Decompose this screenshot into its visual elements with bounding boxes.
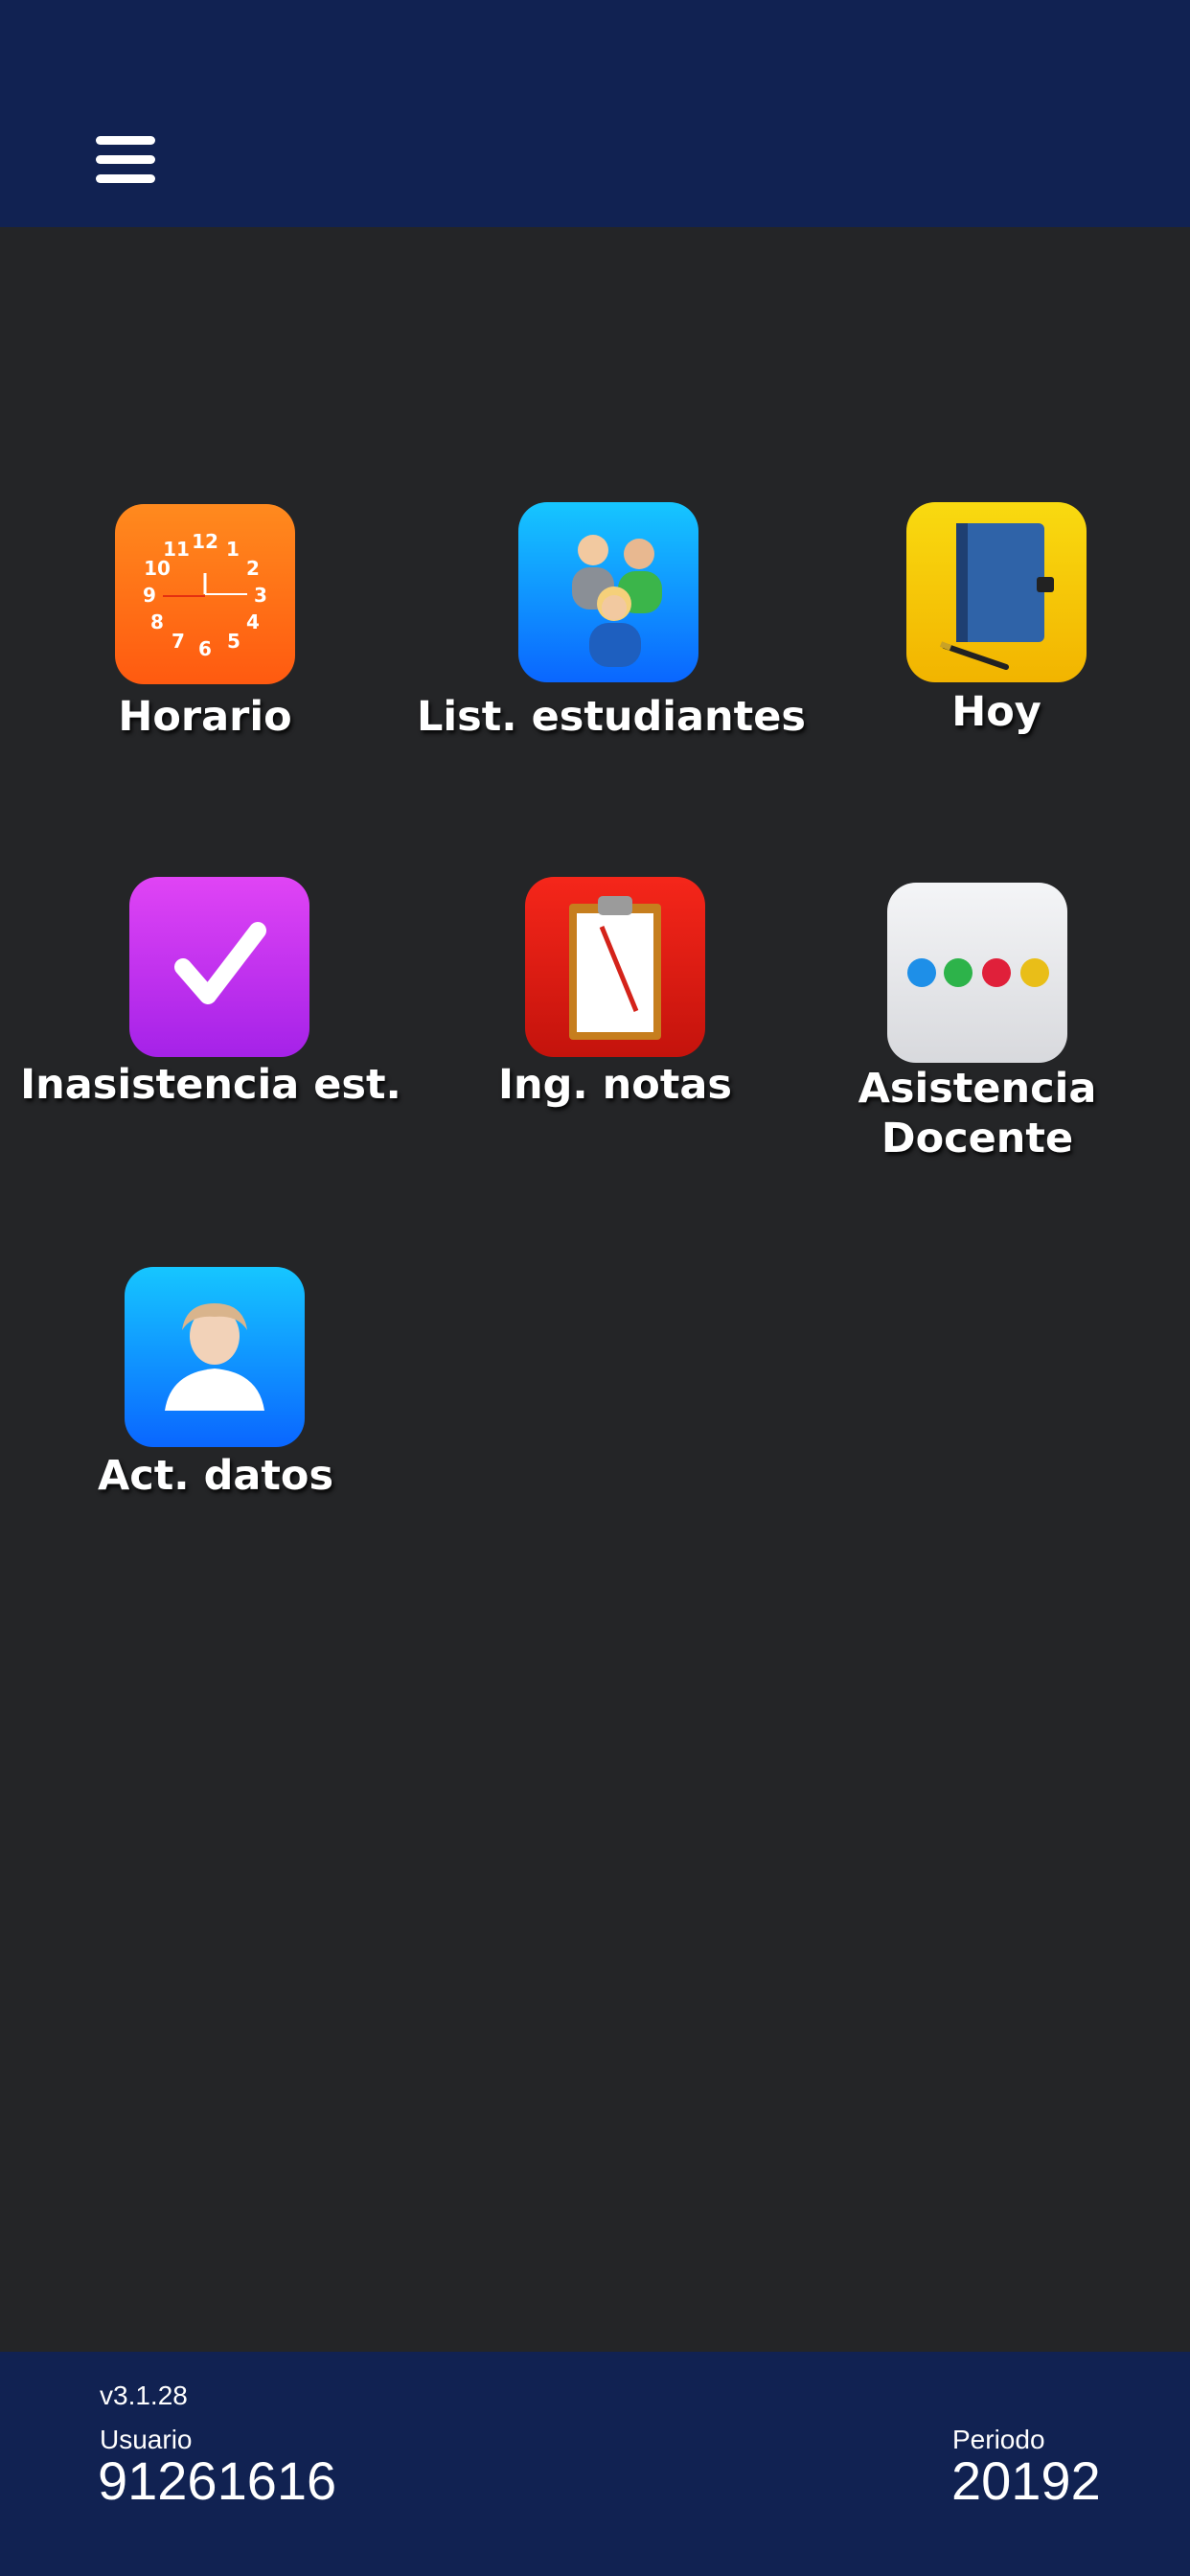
svg-text:8: 8 bbox=[150, 610, 164, 633]
svg-text:12: 12 bbox=[192, 530, 218, 553]
period-value: 20192 bbox=[951, 2450, 1101, 2511]
tile-label: Horario bbox=[118, 693, 292, 741]
top-app-bar bbox=[0, 0, 1190, 227]
svg-text:9: 9 bbox=[143, 584, 156, 607]
svg-text:6: 6 bbox=[198, 637, 212, 660]
clock-icon: 12 1 2 345 678 9 10 11 bbox=[115, 504, 295, 684]
footer-bar: v3.1.28 Usuario 91261616 Periodo 20192 bbox=[0, 2352, 1190, 2576]
app-version: v3.1.28 bbox=[100, 2380, 188, 2410]
checkmark-icon bbox=[129, 877, 309, 1057]
tile-label: List. estudiantes bbox=[417, 693, 806, 741]
menu-button[interactable] bbox=[92, 132, 159, 190]
clipboard-icon bbox=[525, 877, 705, 1057]
tile-label: Inasistencia est. bbox=[20, 1061, 401, 1109]
svg-text:5: 5 bbox=[227, 630, 240, 653]
svg-text:2: 2 bbox=[246, 557, 260, 580]
color-dots-icon bbox=[887, 883, 1067, 1063]
tile-label: Ing. notas bbox=[497, 1061, 733, 1109]
tile-label-line1: Asistencia bbox=[858, 1065, 1097, 1113]
tile-label-line2: Docente bbox=[881, 1115, 1074, 1162]
notebook-icon bbox=[906, 502, 1087, 682]
students-group-icon bbox=[518, 502, 698, 682]
tile-label: Hoy bbox=[951, 688, 1041, 736]
svg-text:11: 11 bbox=[163, 538, 190, 561]
svg-text:3: 3 bbox=[254, 584, 267, 607]
svg-text:1: 1 bbox=[226, 538, 240, 561]
tile-label: Act. datos bbox=[97, 1452, 334, 1500]
svg-text:4: 4 bbox=[246, 610, 260, 633]
svg-text:7: 7 bbox=[172, 630, 185, 653]
user-profile-icon bbox=[125, 1267, 305, 1447]
user-value: 91261616 bbox=[98, 2450, 337, 2511]
